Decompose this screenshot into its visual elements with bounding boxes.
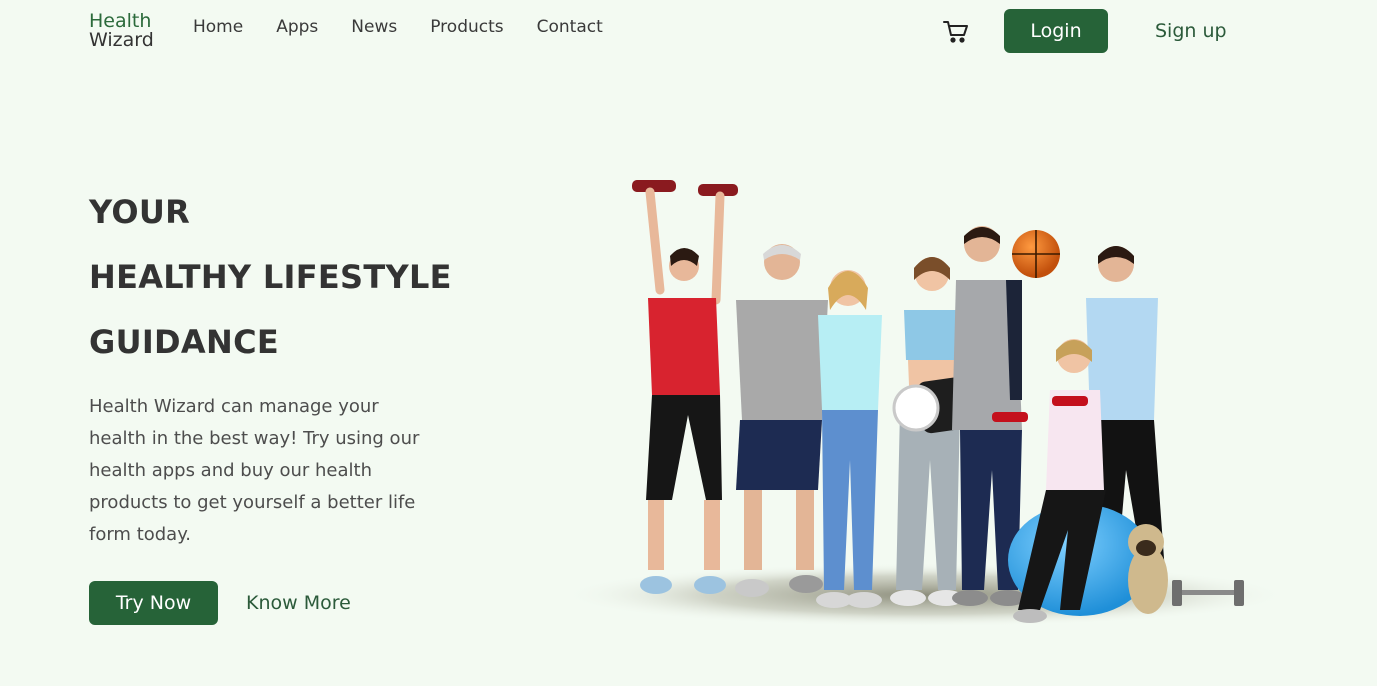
know-more-button[interactable]: Know More bbox=[246, 581, 351, 625]
shopping-cart-icon[interactable] bbox=[943, 20, 969, 44]
logo-line-2: Wizard bbox=[89, 29, 154, 51]
nav-apps[interactable]: Apps bbox=[276, 16, 318, 38]
nav-home[interactable]: Home bbox=[193, 16, 243, 38]
landing-page: Health Wizard Home Apps News Products Co… bbox=[0, 0, 1377, 686]
pug-dog bbox=[1128, 524, 1168, 614]
headline-line-3: GUIDANCE bbox=[89, 323, 280, 361]
hero-description: Health Wizard can manage your health in … bbox=[89, 396, 420, 545]
nav-contact[interactable]: Contact bbox=[537, 16, 603, 38]
nav-products[interactable]: Products bbox=[430, 16, 503, 38]
hero-image bbox=[560, 170, 1290, 630]
person-blonde-woman bbox=[816, 270, 882, 608]
try-now-button[interactable]: Try Now bbox=[89, 581, 218, 625]
person-older-man bbox=[735, 244, 828, 597]
logo[interactable]: Health Wizard bbox=[89, 12, 154, 50]
login-button[interactable]: Login bbox=[1004, 9, 1108, 53]
nav-news[interactable]: News bbox=[351, 16, 397, 38]
headline-line-2: HEALTHY LIFESTYLE bbox=[89, 258, 452, 296]
main-nav: Home Apps News Products Contact bbox=[193, 16, 636, 38]
person-woman-red-top bbox=[632, 180, 738, 594]
hero-headline: YOUR HEALTHY LIFESTYLE GUIDANCE bbox=[89, 180, 452, 375]
headline-line-1: YOUR bbox=[89, 193, 191, 231]
signup-button[interactable]: Sign up bbox=[1155, 9, 1227, 53]
